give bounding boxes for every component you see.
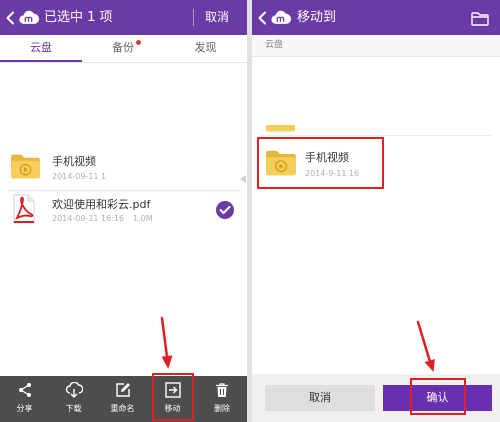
rename-button[interactable]: 重命名 bbox=[98, 376, 147, 422]
dialog-button-bar: 取消 确认 bbox=[252, 374, 500, 422]
tab-label: 备份 bbox=[112, 41, 134, 54]
trash-icon bbox=[214, 382, 230, 402]
file-name: 手机视频 bbox=[52, 155, 96, 168]
folder-name: 手机视频 bbox=[305, 151, 349, 164]
row-divider bbox=[260, 135, 492, 136]
breadcrumb: 云盘 bbox=[252, 35, 500, 57]
tab-backup[interactable]: 备份 bbox=[82, 35, 164, 62]
selection-header: 已选中 1 项 取消 bbox=[0, 0, 247, 35]
destination-folder-row[interactable]: 手机视频 2014-9-11 16 bbox=[252, 138, 500, 188]
move-to-header: 移动到 bbox=[252, 0, 500, 35]
download-label: 下载 bbox=[65, 404, 82, 413]
action-toolbar: 分享 下载 重命名 移动 删除 bbox=[0, 376, 247, 422]
move-icon bbox=[164, 382, 181, 402]
file-name: 欢迎使用和彩云.pdf bbox=[52, 198, 151, 211]
row-divider bbox=[8, 190, 240, 191]
chevron-left-icon[interactable] bbox=[257, 10, 267, 29]
cancel-button[interactable]: 取消 bbox=[265, 385, 375, 411]
move-to-title: 移动到 bbox=[297, 10, 337, 25]
move-label: 移动 bbox=[164, 404, 181, 413]
tab-discover[interactable]: 发现 bbox=[164, 35, 247, 62]
share-icon bbox=[17, 382, 33, 402]
selected-check-icon[interactable] bbox=[216, 201, 234, 219]
download-button[interactable]: 下载 bbox=[49, 376, 98, 422]
delete-label: 删除 bbox=[214, 404, 230, 413]
rename-label: 重命名 bbox=[110, 404, 135, 413]
file-date: 2014-09-11 16:16 bbox=[52, 214, 125, 223]
cloud-download-icon bbox=[65, 381, 83, 402]
scroll-indicator bbox=[240, 168, 246, 187]
file-date: 2014-09-11 1 bbox=[52, 172, 107, 181]
pdf-file-icon bbox=[13, 194, 35, 228]
left-phone-screen: 已选中 1 项 取消 云盘 备份 发现 手机视频 2014-09-11 1 欢迎… bbox=[0, 0, 247, 422]
breadcrumb-root[interactable]: 云盘 bbox=[265, 35, 283, 56]
right-phone-screen: 移动到 云盘 手机视频 2014-9-11 16 取消 确认 bbox=[252, 0, 500, 422]
rename-icon bbox=[115, 382, 131, 402]
folder-date: 2014-9-11 16 bbox=[305, 169, 360, 178]
video-folder-icon bbox=[10, 152, 41, 184]
file-size: 1.0M bbox=[133, 214, 153, 223]
share-label: 分享 bbox=[16, 404, 33, 413]
confirm-button[interactable]: 确认 bbox=[383, 385, 492, 411]
move-button[interactable]: 移动 bbox=[148, 376, 197, 422]
tab-bar: 云盘 备份 发现 bbox=[0, 35, 247, 63]
folder-outline-icon[interactable] bbox=[471, 11, 489, 30]
partial-folder-icon bbox=[265, 125, 296, 133]
cancel-selection-button[interactable]: 取消 bbox=[194, 0, 240, 35]
cloud-logo-icon bbox=[18, 9, 40, 30]
tab-label: 发现 bbox=[194, 41, 217, 54]
share-button[interactable]: 分享 bbox=[0, 376, 49, 422]
file-row-folder[interactable]: 手机视频 2014-09-11 1 bbox=[0, 146, 247, 188]
tab-cloud-drive[interactable]: 云盘 bbox=[0, 35, 82, 62]
file-row-pdf[interactable]: 欢迎使用和彩云.pdf 2014-09-11 16:16 1.0M bbox=[0, 192, 247, 232]
chevron-left-icon[interactable] bbox=[5, 10, 15, 29]
delete-button[interactable]: 删除 bbox=[197, 376, 247, 422]
video-folder-icon bbox=[265, 148, 297, 181]
selection-title: 已选中 1 项 bbox=[44, 10, 113, 25]
cloud-logo-icon bbox=[270, 9, 292, 30]
tab-label: 云盘 bbox=[30, 41, 52, 54]
notification-dot bbox=[136, 40, 141, 45]
